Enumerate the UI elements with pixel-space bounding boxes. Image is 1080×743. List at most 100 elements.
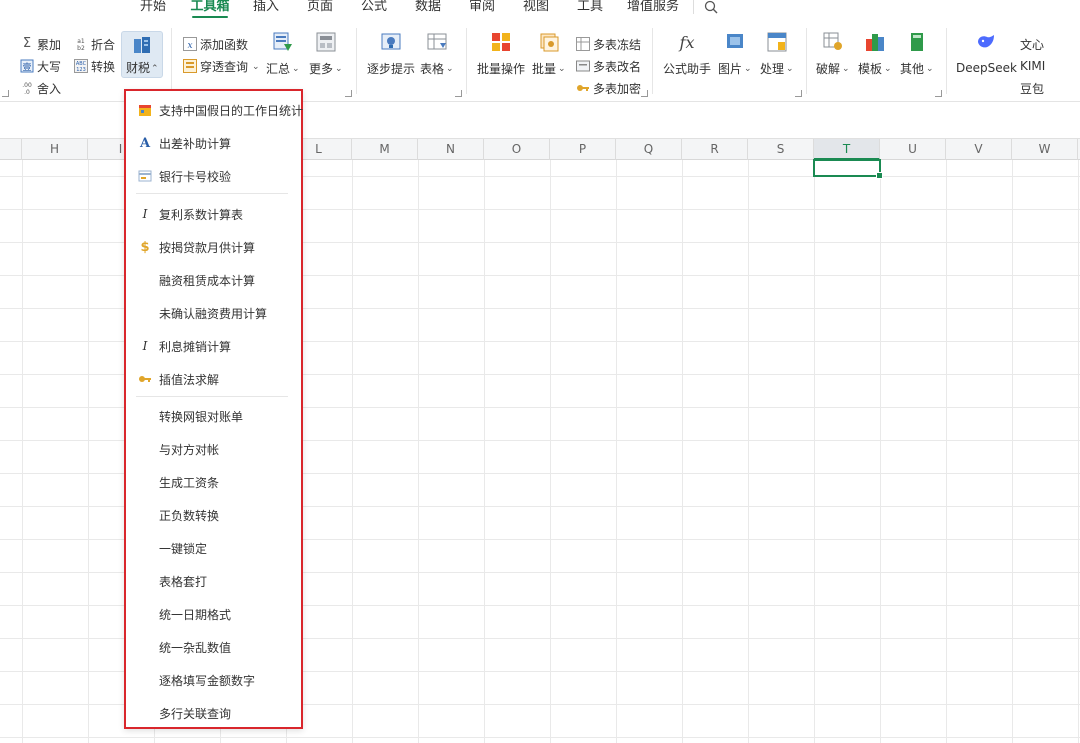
chuli-button[interactable]: 处理 ⌄ <box>760 31 794 76</box>
leijia-label: 累加 <box>37 37 62 52</box>
tab-formula[interactable]: 公式 <box>361 0 387 18</box>
column-header-o[interactable]: O <box>484 139 550 160</box>
freeze-icon <box>576 37 590 51</box>
duobiao-jiami-button[interactable]: 多表加密 <box>576 79 641 97</box>
column-header-v[interactable]: V <box>946 139 1012 160</box>
menu-item-bank-statement-convert[interactable]: 转换网银对账单 <box>126 403 301 429</box>
deepseek-button[interactable]: DeepSeek <box>956 31 1017 76</box>
grid-column-line <box>352 160 353 743</box>
column-header-w[interactable]: W <box>1012 139 1078 160</box>
column-header-t[interactable]: T <box>814 139 880 160</box>
duobiao-dongjie-button[interactable]: 多表冻结 <box>576 35 641 53</box>
piliang-button[interactable]: 批量 ⌄ <box>532 31 566 76</box>
zhubu-tishi-button[interactable]: 逐步提示 <box>367 31 415 76</box>
menu-item-one-click-lock[interactable]: 一键锁定 <box>126 535 301 561</box>
rename-icon <box>576 60 590 72</box>
piliang-label: 批量 <box>532 61 557 76</box>
menu-item-unify-date-format[interactable]: 统一日期格式 <box>126 601 301 627</box>
group-launcher-icon[interactable] <box>795 90 802 97</box>
menu-item-unify-messy-values[interactable]: 统一杂乱数值 <box>126 634 301 660</box>
menu-item-travel-allowance[interactable]: A 出差补助计算 <box>126 130 301 156</box>
column-header-u[interactable]: U <box>880 139 946 160</box>
tupian-button[interactable]: 图片 ⌄ <box>718 31 752 76</box>
tab-home[interactable]: 开始 <box>140 0 166 18</box>
menu-item-interest-amortization[interactable]: I 利息摊销计算 <box>126 333 301 359</box>
zhehe-button[interactable]: a1 b2 折合 <box>74 35 115 53</box>
tab-toolbox[interactable]: 工具箱 <box>190 0 230 18</box>
menu-item-reconcile-counterparty[interactable]: 与对方对帐 <box>126 436 301 462</box>
zhuanhuan-button[interactable]: ABC 123 转换 <box>74 57 115 75</box>
tianjia-hanshu-button[interactable]: x 添加函数 <box>183 35 248 53</box>
menu-item-interpolation[interactable]: 插值法求解 <box>126 366 301 392</box>
grid-column-line <box>748 160 749 743</box>
menu-item-mortgage-payment[interactable]: $ 按揭贷款月供计算 <box>126 234 301 260</box>
column-header-q[interactable]: Q <box>616 139 682 160</box>
wenxin-label: 文心 <box>1020 37 1045 52</box>
column-header-m[interactable]: M <box>352 139 418 160</box>
chuantou-chaxun-button[interactable]: 穿透查询 ⌄ <box>183 57 260 75</box>
sheru-button[interactable]: .00 .0 舍入 <box>20 79 61 97</box>
search-icon[interactable] <box>704 0 718 14</box>
wenxin-button[interactable]: 文心 <box>1020 35 1044 53</box>
svg-text:fx: fx <box>679 33 695 52</box>
active-cell[interactable] <box>813 159 883 179</box>
daxie-button[interactable]: 壹 大写 <box>20 57 61 75</box>
svg-text:x: x <box>187 41 192 51</box>
tab-review[interactable]: 审阅 <box>469 0 495 18</box>
group-launcher-icon[interactable] <box>935 90 942 97</box>
caishui-button[interactable]: 财税 ⌃ <box>121 31 163 78</box>
menu-item-sign-convert[interactable]: 正负数转换 <box>126 502 301 528</box>
font-a-icon: A <box>139 135 151 151</box>
tab-view[interactable]: 视图 <box>523 0 549 18</box>
key-icon <box>577 85 589 91</box>
column-header-p[interactable]: P <box>550 139 616 160</box>
huizong-label: 汇总 <box>266 61 291 76</box>
tab-insert[interactable]: 插入 <box>253 0 279 18</box>
italic-i-icon: I <box>142 339 148 353</box>
group-launcher-icon[interactable] <box>345 90 352 97</box>
grid-column-line <box>418 160 419 743</box>
tianjia-hanshu-label: 添加函数 <box>200 37 249 52</box>
menu-item-workday-stats[interactable]: 支持中国假日的工作日统计 <box>126 97 303 123</box>
duobiao-dongjie-label: 多表冻结 <box>593 37 642 52</box>
muban-button[interactable]: 模板 ⌄ <box>858 31 892 76</box>
qita-button[interactable]: 其他 ⌄ <box>900 31 934 76</box>
bank-card-icon <box>138 169 152 183</box>
menu-item-compound-interest[interactable]: I 复利系数计算表 <box>126 201 301 227</box>
column-header-n[interactable]: N <box>418 139 484 160</box>
gongshi-zhushou-button[interactable]: fx 公式助手 <box>663 31 711 76</box>
daxie-label: 大写 <box>37 59 62 74</box>
huizong-button[interactable]: 汇总 ⌄ <box>266 31 300 76</box>
tab-tools[interactable]: 工具 <box>577 0 603 18</box>
menu-item-finance-lease-cost[interactable]: 融资租赁成本计算 <box>126 267 301 293</box>
doubao-button[interactable]: 豆包 <box>1020 79 1044 97</box>
menu-item-bank-card-check[interactable]: 银行卡号校验 <box>126 163 301 189</box>
menu-item-unrecognized-finance-charge[interactable]: 未确认融资费用计算 <box>126 300 301 326</box>
pojie-button[interactable]: 破解 ⌄ <box>816 31 850 76</box>
tab-data[interactable]: 数据 <box>415 0 441 18</box>
piliang-caozuo-button[interactable]: 批量操作 <box>477 31 525 76</box>
table-icon <box>427 33 447 50</box>
menu-item-fill-amount-digits[interactable]: 逐格填写金额数字 <box>126 667 301 693</box>
tab-value-added-services[interactable]: 增值服务 <box>627 0 679 18</box>
italic-i-icon: I <box>142 207 148 221</box>
gengduo-button[interactable]: 更多 ⌄ <box>309 31 343 76</box>
step-hint-icon <box>381 33 401 50</box>
column-header-h[interactable]: H <box>22 139 88 160</box>
group-launcher-icon[interactable] <box>641 90 648 97</box>
menu-item-multi-row-lookup[interactable]: 多行关联查询 <box>126 700 301 726</box>
biaoge-button[interactable]: 表格 ⌄ <box>420 31 454 76</box>
kimi-button[interactable]: KIMI <box>1020 57 1045 75</box>
column-header-s[interactable]: S <box>748 139 814 160</box>
group-launcher-icon[interactable] <box>2 90 9 97</box>
duobiao-gaiming-button[interactable]: 多表改名 <box>576 57 641 75</box>
menu-item-payslip[interactable]: 生成工资条 <box>126 469 301 495</box>
sheru-label: 舍入 <box>37 81 62 96</box>
group-launcher-icon[interactable] <box>455 90 462 97</box>
grid-column-line <box>946 160 947 743</box>
menu-item-table-overprint[interactable]: 表格套打 <box>126 568 301 594</box>
tab-page[interactable]: 页面 <box>307 0 333 18</box>
sigma-icon: Σ <box>22 36 32 51</box>
column-header-r[interactable]: R <box>682 139 748 160</box>
leijia-button[interactable]: Σ 累加 <box>20 35 61 53</box>
